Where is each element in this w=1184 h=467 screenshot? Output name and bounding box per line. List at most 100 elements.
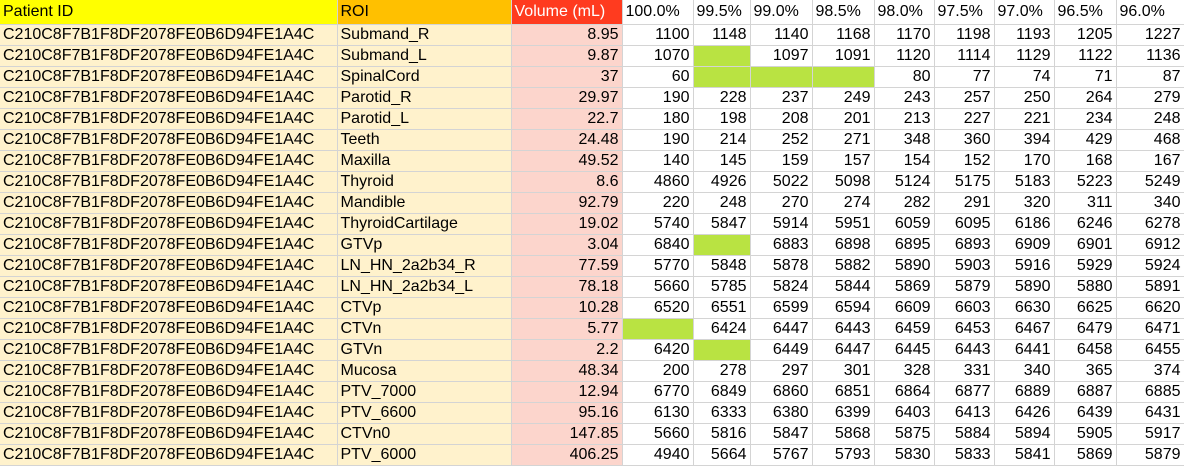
dose-cell[interactable]: 340 <box>1116 192 1184 214</box>
dose-cell[interactable]: 237 <box>750 87 813 109</box>
dose-cell[interactable]: 5664 <box>693 444 751 466</box>
dose-cell[interactable]: 5880 <box>1054 276 1117 298</box>
dose-cell[interactable]: 221 <box>994 108 1055 130</box>
dose-cell[interactable]: 1070 <box>622 45 694 67</box>
dose-cell[interactable]: 5841 <box>994 444 1055 466</box>
dose-cell[interactable]: 6898 <box>812 234 875 256</box>
dose-cell[interactable]: 279 <box>1116 87 1184 109</box>
empty-highlighted-cell[interactable] <box>693 45 751 67</box>
dose-cell[interactable]: 6453 <box>934 318 995 340</box>
dose-cell[interactable]: 234 <box>1054 108 1117 130</box>
dose-cell[interactable]: 6426 <box>994 402 1055 424</box>
dose-cell[interactable]: 87 <box>1116 66 1184 88</box>
dose-cell[interactable]: 6431 <box>1116 402 1184 424</box>
dose-cell[interactable]: 6455 <box>1116 339 1184 361</box>
dose-cell[interactable]: 5767 <box>750 444 813 466</box>
dose-cell[interactable]: 6399 <box>812 402 875 424</box>
dose-cell[interactable]: 157 <box>812 150 875 172</box>
dose-cell[interactable]: 291 <box>934 192 995 214</box>
dose-cell[interactable]: 5890 <box>874 255 935 277</box>
dose-cell[interactable]: 301 <box>812 360 875 382</box>
dose-cell[interactable]: 348 <box>874 129 935 151</box>
dose-cell[interactable]: 5660 <box>622 423 694 445</box>
dose-cell[interactable]: 6095 <box>934 213 995 235</box>
dose-cell[interactable]: 1114 <box>934 45 995 67</box>
dose-cell[interactable]: 6420 <box>622 339 694 361</box>
dose-cell[interactable]: 6439 <box>1054 402 1117 424</box>
dose-cell[interactable]: 282 <box>874 192 935 214</box>
dose-cell[interactable]: 5929 <box>1054 255 1117 277</box>
dose-cell[interactable]: 1136 <box>1116 45 1184 67</box>
dose-cell[interactable]: 6620 <box>1116 297 1184 319</box>
dose-cell[interactable]: 6520 <box>622 297 694 319</box>
dose-cell[interactable]: 6458 <box>1054 339 1117 361</box>
dose-cell[interactable]: 1140 <box>750 24 813 46</box>
dose-cell[interactable]: 77 <box>934 66 995 88</box>
column-header[interactable]: 97.0% <box>994 0 1055 25</box>
dose-cell[interactable]: 365 <box>1054 360 1117 382</box>
dose-cell[interactable]: 1168 <box>812 24 875 46</box>
roi-cell[interactable]: CTVn <box>337 318 512 340</box>
dose-cell[interactable]: 6603 <box>934 297 995 319</box>
patient-id-cell[interactable]: C210C8F7B1F8DF2078FE0B6D94FE1A4C <box>0 66 338 88</box>
dose-cell[interactable]: 250 <box>994 87 1055 109</box>
patient-id-cell[interactable]: C210C8F7B1F8DF2078FE0B6D94FE1A4C <box>0 297 338 319</box>
roi-cell[interactable]: Parotid_L <box>337 108 512 130</box>
column-header[interactable]: 98.5% <box>812 0 875 25</box>
dose-cell[interactable]: 6443 <box>934 339 995 361</box>
dose-cell[interactable]: 201 <box>812 108 875 130</box>
dose-cell[interactable]: 278 <box>693 360 751 382</box>
dose-cell[interactable]: 5848 <box>693 255 751 277</box>
dose-cell[interactable]: 5917 <box>1116 423 1184 445</box>
dose-cell[interactable]: 297 <box>750 360 813 382</box>
dose-cell[interactable]: 227 <box>934 108 995 130</box>
dose-cell[interactable]: 4940 <box>622 444 694 466</box>
roi-cell[interactable]: Mandible <box>337 192 512 214</box>
dose-cell[interactable]: 5847 <box>750 423 813 445</box>
dose-cell[interactable]: 154 <box>874 150 935 172</box>
dose-cell[interactable]: 1091 <box>812 45 875 67</box>
dose-cell[interactable]: 60 <box>622 66 694 88</box>
volume-cell[interactable]: 147.85 <box>511 423 623 445</box>
patient-id-cell[interactable]: C210C8F7B1F8DF2078FE0B6D94FE1A4C <box>0 234 338 256</box>
dose-cell[interactable]: 5833 <box>934 444 995 466</box>
dose-cell[interactable]: 6893 <box>934 234 995 256</box>
patient-id-cell[interactable]: C210C8F7B1F8DF2078FE0B6D94FE1A4C <box>0 444 338 466</box>
empty-highlighted-cell[interactable] <box>693 339 751 361</box>
dose-cell[interactable]: 5868 <box>812 423 875 445</box>
dose-cell[interactable]: 6889 <box>994 381 1055 403</box>
patient-id-cell[interactable]: C210C8F7B1F8DF2078FE0B6D94FE1A4C <box>0 150 338 172</box>
volume-cell[interactable]: 12.94 <box>511 381 623 403</box>
dose-cell[interactable]: 1227 <box>1116 24 1184 46</box>
dose-cell[interactable]: 198 <box>693 108 751 130</box>
patient-id-cell[interactable]: C210C8F7B1F8DF2078FE0B6D94FE1A4C <box>0 213 338 235</box>
dose-cell[interactable]: 6471 <box>1116 318 1184 340</box>
dose-cell[interactable]: 5175 <box>934 171 995 193</box>
volume-cell[interactable]: 10.28 <box>511 297 623 319</box>
dose-cell[interactable]: 5891 <box>1116 276 1184 298</box>
dose-cell[interactable]: 1120 <box>874 45 935 67</box>
empty-highlighted-cell[interactable] <box>622 318 694 340</box>
dose-cell[interactable]: 264 <box>1054 87 1117 109</box>
dose-cell[interactable]: 6594 <box>812 297 875 319</box>
roi-cell[interactable]: Submand_R <box>337 24 512 46</box>
dose-cell[interactable]: 1097 <box>750 45 813 67</box>
volume-cell[interactable]: 49.52 <box>511 150 623 172</box>
dose-cell[interactable]: 5249 <box>1116 171 1184 193</box>
dose-cell[interactable]: 248 <box>693 192 751 214</box>
dose-cell[interactable]: 374 <box>1116 360 1184 382</box>
patient-id-cell[interactable]: C210C8F7B1F8DF2078FE0B6D94FE1A4C <box>0 318 338 340</box>
dose-cell[interactable]: 5875 <box>874 423 935 445</box>
dose-cell[interactable]: 1198 <box>934 24 995 46</box>
patient-id-cell[interactable]: C210C8F7B1F8DF2078FE0B6D94FE1A4C <box>0 108 338 130</box>
dose-cell[interactable]: 5916 <box>994 255 1055 277</box>
roi-cell[interactable]: PTV_7000 <box>337 381 512 403</box>
dose-cell[interactable]: 6883 <box>750 234 813 256</box>
dose-cell[interactable]: 5785 <box>693 276 751 298</box>
dose-cell[interactable]: 331 <box>934 360 995 382</box>
dose-cell[interactable]: 5183 <box>994 171 1055 193</box>
dose-cell[interactable]: 6441 <box>994 339 1055 361</box>
dose-cell[interactable]: 5924 <box>1116 255 1184 277</box>
dose-cell[interactable]: 145 <box>693 150 751 172</box>
dose-cell[interactable]: 6885 <box>1116 381 1184 403</box>
